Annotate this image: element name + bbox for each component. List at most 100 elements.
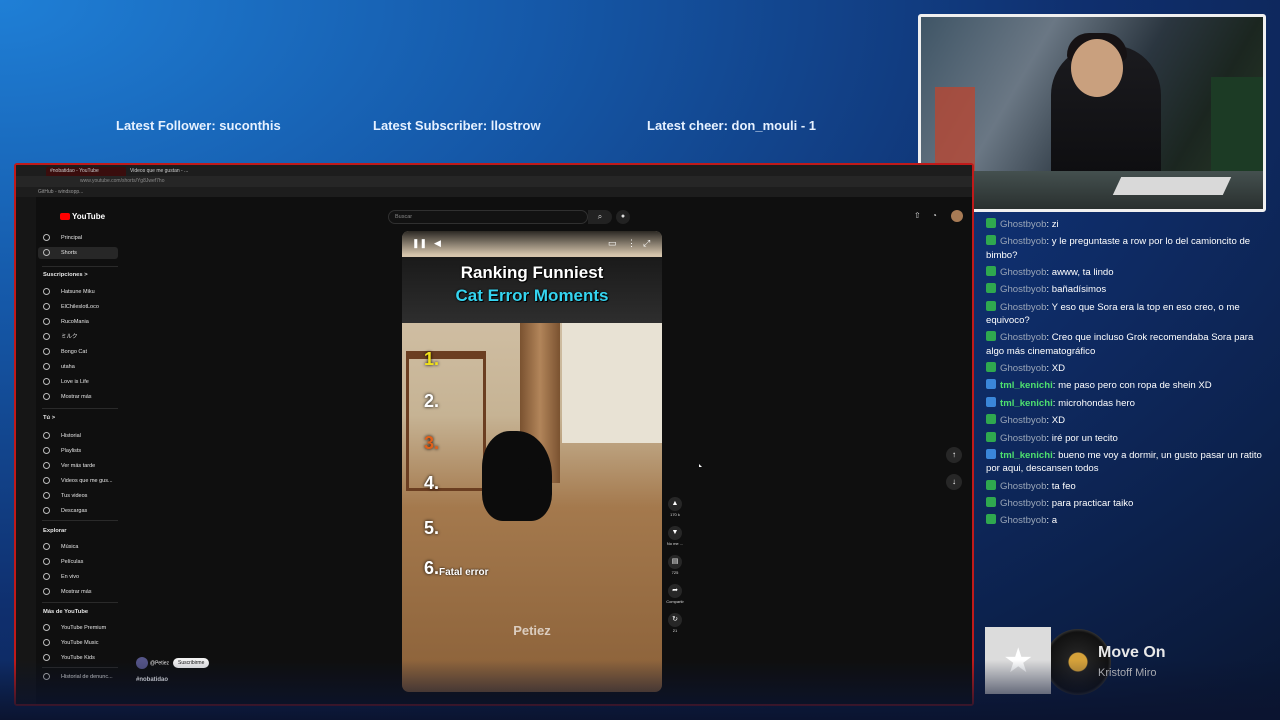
chat-text: awww, ta lindo — [1051, 266, 1114, 278]
short-video[interactable]: ❚❚ ◀ ▭ ⋮ ⤢ Ranking Funniest Cat Error Mo… — [402, 231, 662, 692]
share-label: Compartir — [666, 599, 684, 604]
sidebar-icon — [43, 288, 50, 295]
sidebar-item[interactable]: RucoMania — [38, 316, 118, 328]
previous-short-button[interactable]: ↑ — [946, 447, 962, 463]
remix-icon[interactable]: ↻ — [668, 613, 682, 627]
rank-number: 6. — [424, 558, 440, 578]
fullscreen-icon[interactable]: ⤢ — [643, 238, 650, 249]
sidebar-item[interactable]: Shorts — [38, 247, 118, 259]
sidebar-item[interactable]: Películas — [38, 556, 118, 568]
sidebar-section-header[interactable]: Más de YouTube — [43, 609, 88, 615]
sidebar-item[interactable]: Love is Life — [38, 376, 118, 388]
like-icon[interactable]: ▲ — [668, 497, 682, 511]
sidebar-item[interactable]: Principal — [38, 232, 118, 244]
mic-icon[interactable]: ● — [616, 210, 630, 224]
report-history-item[interactable]: Historial de denunc... — [38, 671, 118, 683]
remix-count: 21 — [672, 628, 678, 633]
sidebar-item[interactable]: Historial — [38, 430, 118, 442]
avatar[interactable] — [951, 210, 963, 222]
sidebar-section-header[interactable]: Tú > — [43, 415, 55, 421]
sidebar-icon — [43, 588, 50, 595]
sidebar-section-header[interactable]: Suscripciones > — [43, 272, 88, 278]
chat-username[interactable]: Ghostbyob — [1000, 481, 1046, 492]
search-icon[interactable]: ⌕ — [588, 210, 612, 224]
comment-icon[interactable]: ▤ — [668, 555, 682, 569]
rank-number: 1. — [424, 349, 440, 369]
subscribe-button[interactable]: Suscribirme — [172, 658, 210, 669]
divider — [42, 602, 118, 603]
sidebar-item-label: Música — [61, 544, 79, 550]
chat-username[interactable]: Ghostbyob — [1000, 515, 1046, 526]
sidebar-icon — [43, 348, 50, 355]
chat-username[interactable]: Ghostbyob — [1000, 302, 1046, 313]
sidebar-item-label: Mostrar más — [61, 394, 92, 400]
dislike-icon[interactable]: ▼ — [668, 526, 682, 540]
bookmark-github[interactable]: GitHub - windsopp... — [16, 187, 972, 197]
sidebar-item[interactable]: Mostrar más — [38, 391, 118, 403]
sidebar-item[interactable]: utaha — [38, 361, 118, 373]
upload-icon[interactable]: ⇧ — [914, 211, 921, 220]
chat-username[interactable]: Ghostbyob — [1000, 332, 1046, 343]
chat-badge-icon — [986, 283, 996, 294]
sidebar-item[interactable]: Bongo Cat — [38, 346, 118, 358]
bell-icon[interactable]: ◔ — [932, 211, 937, 220]
channel-avatar[interactable] — [136, 657, 148, 669]
sidebar-item[interactable]: YouTube Kids — [38, 652, 118, 664]
sidebar-item[interactable]: Playlists — [38, 445, 118, 457]
sidebar-item[interactable]: Música — [38, 541, 118, 553]
sidebar-item[interactable]: Mostrar más — [38, 586, 118, 598]
chat-username[interactable]: tml_kenichi — [1000, 450, 1053, 461]
chat-badge-icon — [986, 414, 996, 425]
sidebar-item[interactable]: YouTube Music — [38, 637, 118, 649]
address-bar[interactable]: www.youtube.com/shorts/Yg8Jwef7ho — [16, 176, 972, 187]
sidebar-item-label: YouTube Premium — [61, 625, 107, 631]
share-icon[interactable]: ➦ — [668, 584, 682, 598]
tab-liked-videos[interactable]: Videos que me gustan - ... — [126, 167, 196, 176]
chat-badge-icon — [986, 479, 996, 490]
chat-badge-icon — [986, 331, 996, 342]
sidebar-item[interactable]: Hatsune Miku — [38, 286, 118, 298]
chat-message: tml_kenichi: me paso pero con ropa de sh… — [986, 379, 1262, 392]
chat-username[interactable]: tml_kenichi — [1000, 398, 1053, 409]
more-icon[interactable]: ⋮ — [627, 238, 636, 249]
pause-icon[interactable]: ❚❚ — [412, 238, 427, 249]
sidebar-item[interactable]: Ver más tarde — [38, 460, 118, 472]
chat-username[interactable]: tml_kenichi — [1000, 380, 1053, 391]
search-input[interactable]: Buscar — [388, 210, 588, 224]
sidebar-icon — [43, 318, 50, 325]
url-text[interactable]: www.youtube.com/shorts/Yg8Jwef7ho — [80, 178, 165, 184]
sidebar-item[interactable]: Videos que me gus... — [38, 475, 118, 487]
sidebar-item[interactable]: ElChileslotLoco — [38, 301, 118, 313]
sidebar-item[interactable]: YouTube Premium — [38, 622, 118, 634]
sidebar-item[interactable]: Tus videos — [38, 490, 118, 502]
chat-username[interactable]: Ghostbyob — [1000, 433, 1046, 444]
divider — [42, 520, 118, 521]
sidebar-item[interactable]: ミルク — [38, 331, 118, 343]
sidebar-item[interactable]: Descargas — [38, 505, 118, 517]
volume-icon[interactable]: ◀ — [434, 238, 441, 249]
chat-badge-icon — [986, 496, 996, 507]
rank-number: 5. — [424, 518, 440, 538]
tab-active[interactable]: #nobatidao - YouTube — [46, 167, 126, 176]
chat-username[interactable]: Ghostbyob — [1000, 267, 1046, 278]
channel-name[interactable]: @Petiez — [150, 660, 169, 666]
chat-username[interactable]: Ghostbyob — [1000, 363, 1046, 374]
hashtag-link[interactable]: #nobatidao — [136, 677, 168, 683]
sidebar-section-header[interactable]: Explorar — [43, 528, 67, 534]
sidebar-item-label: utaha — [61, 364, 75, 370]
like-count: 170 k — [670, 512, 680, 517]
chat-username[interactable]: Ghostbyob — [1000, 236, 1046, 247]
chat-username[interactable]: Ghostbyob — [1000, 415, 1046, 426]
sidebar-item-label: Ver más tarde — [61, 463, 96, 469]
next-short-button[interactable]: ↓ — [946, 474, 962, 490]
chat-badge-icon — [986, 448, 996, 459]
chat-message: Ghostbyob: y le preguntaste a row por lo… — [986, 235, 1251, 261]
chat-username[interactable]: Ghostbyob — [1000, 284, 1046, 295]
chat-username[interactable]: Ghostbyob — [1000, 219, 1046, 230]
channel-info: @Petiez Suscribirme — [136, 657, 210, 669]
sidebar-item[interactable]: En vivo — [38, 571, 118, 583]
captions-icon[interactable]: ▭ — [608, 238, 617, 249]
chat-text: microhondas hero — [1058, 397, 1135, 409]
chat-message: Ghostbyob: XD — [986, 361, 1262, 375]
chat-username[interactable]: Ghostbyob — [1000, 498, 1046, 509]
